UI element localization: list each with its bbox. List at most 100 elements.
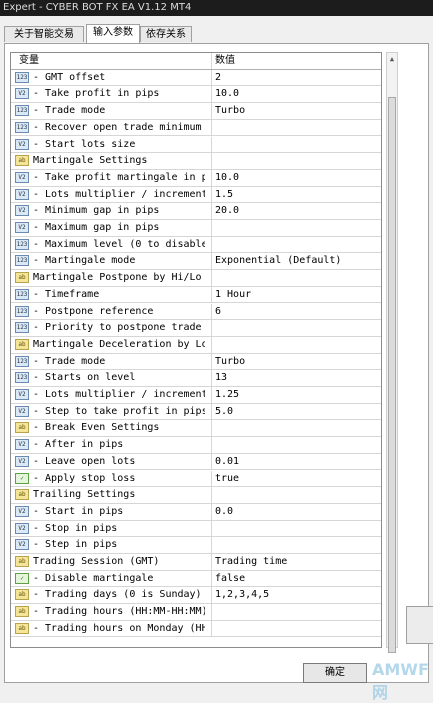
parameter-value[interactable] [211, 487, 381, 504]
table-row[interactable]: 123 - Postpone reference 6 [11, 303, 381, 321]
parameter-name: - Disable martingale [33, 572, 154, 584]
parameter-value[interactable] [211, 220, 381, 236]
table-row[interactable]: 123 - Martingale mode Exponential (Default… [11, 253, 381, 271]
parameter-value[interactable]: 13 [211, 370, 381, 387]
parameter-value[interactable]: false [211, 570, 381, 587]
table-row[interactable]: V2 - Lots multiplier / increment 1.25 [11, 387, 381, 404]
side-button[interactable] [406, 606, 433, 644]
parameter-value[interactable] [211, 153, 381, 170]
parameter-value[interactable] [211, 236, 381, 253]
parameter-name: - Postpone reference [33, 305, 154, 317]
table-row[interactable]: V2 - Step to take profit in pips 5.0 [11, 403, 381, 421]
ok-button[interactable]: 确定 [303, 663, 367, 683]
table-row[interactable]: V2 - Maximum gap in pips [11, 220, 381, 237]
parameter-value[interactable]: true [211, 470, 381, 487]
parameter-value[interactable] [211, 437, 381, 454]
parameter-value[interactable]: 0.01 [211, 453, 381, 470]
text-type-icon: ab [15, 489, 29, 501]
scroll-up-icon[interactable]: ▲ [387, 53, 397, 65]
parameter-value[interactable] [211, 270, 381, 287]
table-row[interactable]: V2 - Start in pips 0.0 [11, 503, 381, 521]
parameter-name: - Apply stop loss [33, 472, 136, 484]
parameter-value[interactable] [211, 136, 381, 153]
parameter-name: - Stop in pips [33, 522, 118, 534]
integer-type-icon: 123 [15, 121, 29, 133]
table-row[interactable]: ab - Trading days (0 is Sunday) 1,2,3,4,5 [11, 587, 381, 605]
table-row[interactable]: V2 - Start lots size [11, 136, 381, 154]
parameter-value[interactable] [211, 320, 381, 337]
tab-inputs[interactable]: 输入参数 [86, 24, 140, 43]
parameter-value[interactable]: 5.0 [211, 403, 381, 420]
integer-type-icon: 123 [15, 372, 29, 384]
table-row[interactable]: ab Martingale Settings [11, 153, 381, 170]
parameter-value[interactable]: 1.5 [211, 186, 381, 203]
table-row[interactable]: ab Martingale Deceleration by Lot [11, 336, 381, 354]
table-row[interactable]: 123 - Starts on level 13 [11, 370, 381, 387]
parameter-value[interactable] [211, 420, 381, 437]
table-row[interactable]: 123 - GMT offset 2 [11, 69, 381, 87]
table-row[interactable]: 123 - Trade mode Turbo [11, 353, 381, 371]
parameter-value[interactable] [211, 336, 381, 353]
parameter-name: - Step in pips [33, 539, 118, 551]
table-row[interactable]: V2 - Take profit martingale in pips 10.0 [11, 169, 381, 187]
parameter-value[interactable]: Exponential (Default) [211, 253, 381, 270]
parameter-name: - Trade mode [33, 355, 106, 367]
parameter-value[interactable] [211, 604, 381, 621]
parameter-value[interactable]: 10.0 [211, 169, 381, 186]
header-variable[interactable]: 变量 [19, 53, 191, 69]
tab-about[interactable]: 关于智能交易 [4, 26, 84, 42]
table-row[interactable]: ab - Break Even Settings [11, 420, 381, 438]
tab-dependencies[interactable]: 依存关系 [140, 26, 192, 42]
parameter-name: - Lots multiplier / increment [33, 188, 205, 200]
table-row[interactable]: ab Martingale Postpone by Hi/Lo [11, 270, 381, 287]
parameter-value[interactable]: Turbo [211, 353, 381, 370]
double-type-icon: V2 [15, 539, 29, 551]
table-row[interactable]: V2 - Take profit in pips 10.0 [11, 86, 381, 104]
parameter-name: - Recover open trade minimum pr... [33, 121, 205, 133]
parameter-name: - Trade mode [33, 105, 106, 117]
parameter-value[interactable]: 2 [211, 69, 381, 86]
double-type-icon: V2 [15, 222, 29, 233]
table-row[interactable]: ab Trailing Settings [11, 487, 381, 504]
table-row[interactable]: V2 - Lots multiplier / increment 1.5 [11, 186, 381, 204]
table-row[interactable]: 123 - Trade mode Turbo [11, 103, 381, 120]
header-value[interactable]: 数值 [211, 53, 381, 69]
parameter-value[interactable] [211, 620, 381, 637]
text-type-icon: ab [15, 606, 29, 618]
parameter-name: - Break Even Settings [33, 422, 160, 434]
table-row[interactable]: ✓ - Apply stop loss true [11, 470, 381, 488]
parameter-value[interactable]: 1 Hour [211, 286, 381, 303]
table-row[interactable]: V2 - Step in pips [11, 537, 381, 554]
parameter-name: - Lots multiplier / increment [33, 389, 205, 400]
integer-type-icon: 123 [15, 288, 29, 300]
parameter-value[interactable] [211, 119, 381, 136]
parameter-value[interactable]: Trading time [211, 554, 381, 570]
parameter-value[interactable]: 10.0 [211, 86, 381, 103]
table-row[interactable]: V2 - Minimum gap in pips 20.0 [11, 203, 381, 220]
scroll-thumb[interactable] [388, 97, 396, 653]
parameter-value[interactable]: 20.0 [211, 203, 381, 220]
parameter-value[interactable]: 1.25 [211, 387, 381, 403]
parameter-value[interactable]: 0.0 [211, 503, 381, 520]
parameter-name: - Maximum level (0 to disable) [33, 238, 205, 250]
table-row[interactable]: 123 - Timeframe 1 Hour [11, 286, 381, 304]
double-type-icon: V2 [15, 188, 29, 200]
integer-type-icon: 123 [15, 322, 29, 334]
parameter-value[interactable]: 6 [211, 303, 381, 320]
parameter-value[interactable] [211, 520, 381, 537]
parameter-value[interactable]: 1,2,3,4,5 [211, 587, 381, 604]
table-row[interactable]: ab - Trading hours (HH:MM-HH:MM) [11, 604, 381, 621]
parameter-name: - Start in pips [33, 505, 124, 517]
table-row[interactable]: ab - Trading hours on Monday (HH... [11, 620, 381, 638]
table-row[interactable]: V2 - Stop in pips [11, 520, 381, 538]
table-row[interactable]: V2 - After in pips [11, 437, 381, 454]
table-row[interactable]: V2 - Leave open lots 0.01 [11, 453, 381, 471]
table-row[interactable]: 123 - Maximum level (0 to disable) [11, 236, 381, 254]
table-row[interactable]: ab Trading Session (GMT) Trading time [11, 554, 381, 571]
vertical-scrollbar[interactable]: ▲ [386, 52, 398, 653]
parameter-value[interactable]: Turbo [211, 103, 381, 120]
table-row[interactable]: 123 - Priority to postpone trade type [11, 320, 381, 337]
parameter-value[interactable] [211, 537, 381, 554]
table-row[interactable]: ✓ - Disable martingale false [11, 570, 381, 588]
table-row[interactable]: 123 - Recover open trade minimum pr... [11, 119, 381, 137]
